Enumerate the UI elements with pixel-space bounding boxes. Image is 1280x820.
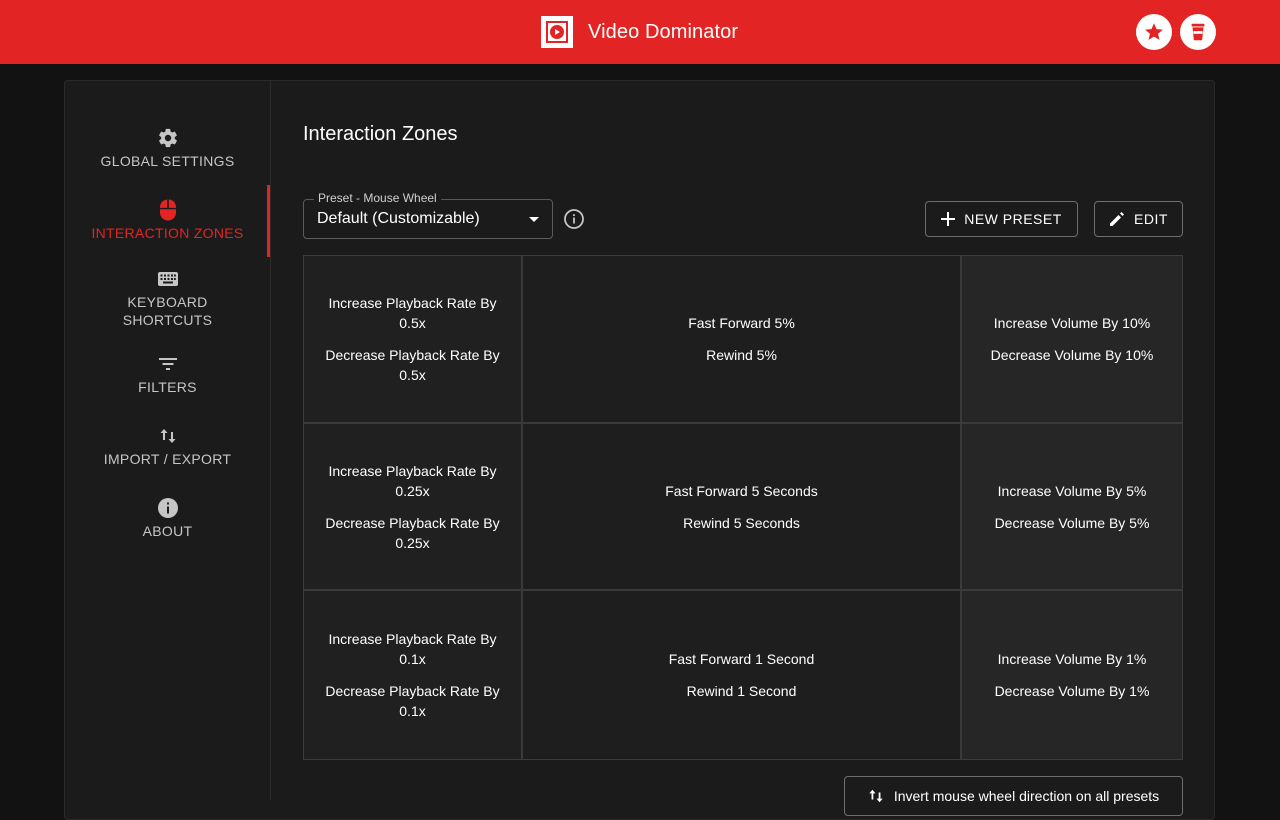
zone-top-center[interactable]: Fast Forward 5% Rewind 5% <box>523 256 962 424</box>
app-title: Video Dominator <box>588 20 739 43</box>
zone-wheel-up-action: Increase Volume By 5% <box>997 482 1147 499</box>
zone-top-right[interactable]: Increase Volume By 10% Decrease Volume B… <box>962 256 1182 424</box>
zone-wheel-up-action: Increase Playback Rate By 0.1x <box>328 631 497 667</box>
plus-icon <box>941 212 956 226</box>
sidebar-item-label: KEYBOARD SHORTCUTS <box>122 294 213 328</box>
app-header: Video Dominator <box>0 0 1280 64</box>
sidebar-item-label: ABOUT <box>142 523 193 539</box>
preset-select-label: Preset - Mouse Wheel <box>314 191 441 205</box>
caret-down-icon <box>529 217 539 222</box>
keyboard-icon <box>157 267 179 291</box>
swap-vertical-icon <box>159 424 177 448</box>
zone-bottom-right[interactable]: Increase Volume By 1% Decrease Volume By… <box>962 591 1182 759</box>
zone-wheel-down-action: Rewind 5% <box>706 347 777 363</box>
swap-vertical-icon <box>869 789 883 803</box>
sidebar-item-about[interactable]: ABOUT <box>65 496 270 540</box>
zone-middle-center[interactable]: Fast Forward 5 Seconds Rewind 5 Seconds <box>523 424 962 591</box>
zone-wheel-down-action: Rewind 5 Seconds <box>683 514 800 531</box>
zone-wheel-down-action: Decrease Playback Rate By 0.1x <box>325 683 500 719</box>
zone-wheel-down-action: Rewind 1 Second <box>686 683 797 699</box>
sidebar-item-label: GLOBAL SETTINGS <box>100 153 235 169</box>
zone-wheel-up-action: Fast Forward 5 Seconds <box>665 482 818 499</box>
sidebar-item-interaction-zones[interactable]: INTERACTION ZONES <box>65 198 270 242</box>
preset-select[interactable]: Preset - Mouse Wheel Default (Customizab… <box>303 191 553 239</box>
edit-label: EDIT <box>1134 211 1168 227</box>
preset-select-value: Default (Customizable) <box>317 210 480 227</box>
zone-wheel-down-action: Decrease Playback Rate By 0.5x <box>325 347 500 383</box>
zone-middle-left[interactable]: Increase Playback Rate By 0.25x Decrease… <box>304 424 523 591</box>
zone-bottom-center[interactable]: Fast Forward 1 Second Rewind 1 Second <box>523 591 962 759</box>
sidebar-item-filters[interactable]: FILTERS <box>65 352 270 396</box>
sidebar-item-label: FILTERS <box>138 379 197 395</box>
zone-wheel-up-action: Fast Forward 5% <box>688 315 795 331</box>
edit-button[interactable]: EDIT <box>1094 201 1183 237</box>
brand: Video Dominator <box>541 16 738 48</box>
sidebar-item-keyboard-shortcuts[interactable]: KEYBOARD SHORTCUTS <box>65 267 270 329</box>
zone-middle-right[interactable]: Increase Volume By 5% Decrease Volume By… <box>962 424 1182 591</box>
buy-coffee-button[interactable] <box>1180 14 1216 50</box>
zone-wheel-up-action: Increase Playback Rate By 0.5x <box>328 295 497 331</box>
zone-wheel-down-action: Decrease Volume By 5% <box>994 514 1150 531</box>
play-logo-icon <box>541 16 573 48</box>
gear-icon <box>157 126 179 150</box>
rate-star-button[interactable] <box>1136 14 1172 50</box>
zone-wheel-down-action: Decrease Volume By 10% <box>990 347 1154 363</box>
pencil-icon <box>1110 212 1125 226</box>
active-nav-indicator <box>267 185 270 257</box>
zone-wheel-up-action: Increase Volume By 1% <box>997 651 1147 667</box>
coffee-cup-icon <box>1191 23 1205 41</box>
sidebar-item-label: IMPORT / EXPORT <box>103 451 232 467</box>
zone-wheel-up-action: Fast Forward 1 Second <box>668 651 815 667</box>
zone-top-left[interactable]: Increase Playback Rate By 0.5x Decrease … <box>304 256 523 424</box>
zone-wheel-down-action: Decrease Volume By 1% <box>994 683 1150 699</box>
page-title: Interaction Zones <box>303 123 458 145</box>
sidebar: GLOBAL SETTINGS INTERACTION ZONES KEYBOA… <box>65 81 271 800</box>
interaction-zones-grid: Increase Playback Rate By 0.5x Decrease … <box>303 255 1183 760</box>
filter-icon <box>158 352 178 376</box>
new-preset-button[interactable]: NEW PRESET <box>925 201 1078 237</box>
sidebar-item-global-settings[interactable]: GLOBAL SETTINGS <box>65 126 270 170</box>
sidebar-item-import-export[interactable]: IMPORT / EXPORT <box>65 424 270 468</box>
new-preset-label: NEW PRESET <box>964 211 1062 227</box>
zone-wheel-up-action: Increase Playback Rate By 0.25x <box>328 462 497 499</box>
info-icon <box>157 496 179 520</box>
zone-wheel-down-action: Decrease Playback Rate By 0.25x <box>325 514 500 551</box>
star-icon <box>1145 23 1163 40</box>
invert-wheel-direction-label: Invert mouse wheel direction on all pres… <box>893 788 1160 804</box>
mouse-icon <box>158 198 178 222</box>
preset-info-icon[interactable] <box>563 208 585 230</box>
zone-bottom-left[interactable]: Increase Playback Rate By 0.1x Decrease … <box>304 591 523 759</box>
zone-wheel-up-action: Increase Volume By 10% <box>993 315 1151 331</box>
invert-wheel-direction-button[interactable]: Invert mouse wheel direction on all pres… <box>844 776 1183 816</box>
sidebar-item-label: INTERACTION ZONES <box>91 225 244 241</box>
